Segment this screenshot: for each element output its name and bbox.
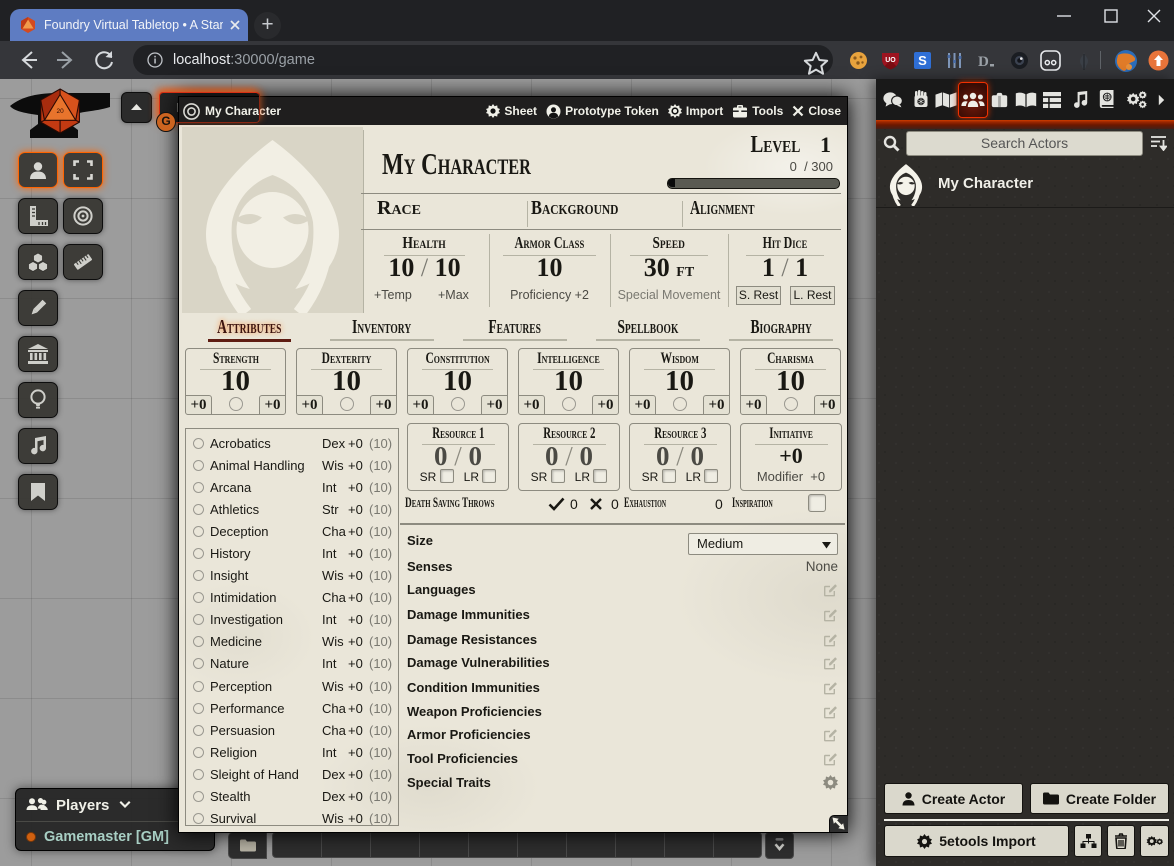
svg-text:S: S <box>918 53 927 68</box>
svg-text:UO: UO <box>885 57 896 64</box>
svg-text:D: D <box>978 54 989 70</box>
svg-text:20: 20 <box>56 108 64 115</box>
